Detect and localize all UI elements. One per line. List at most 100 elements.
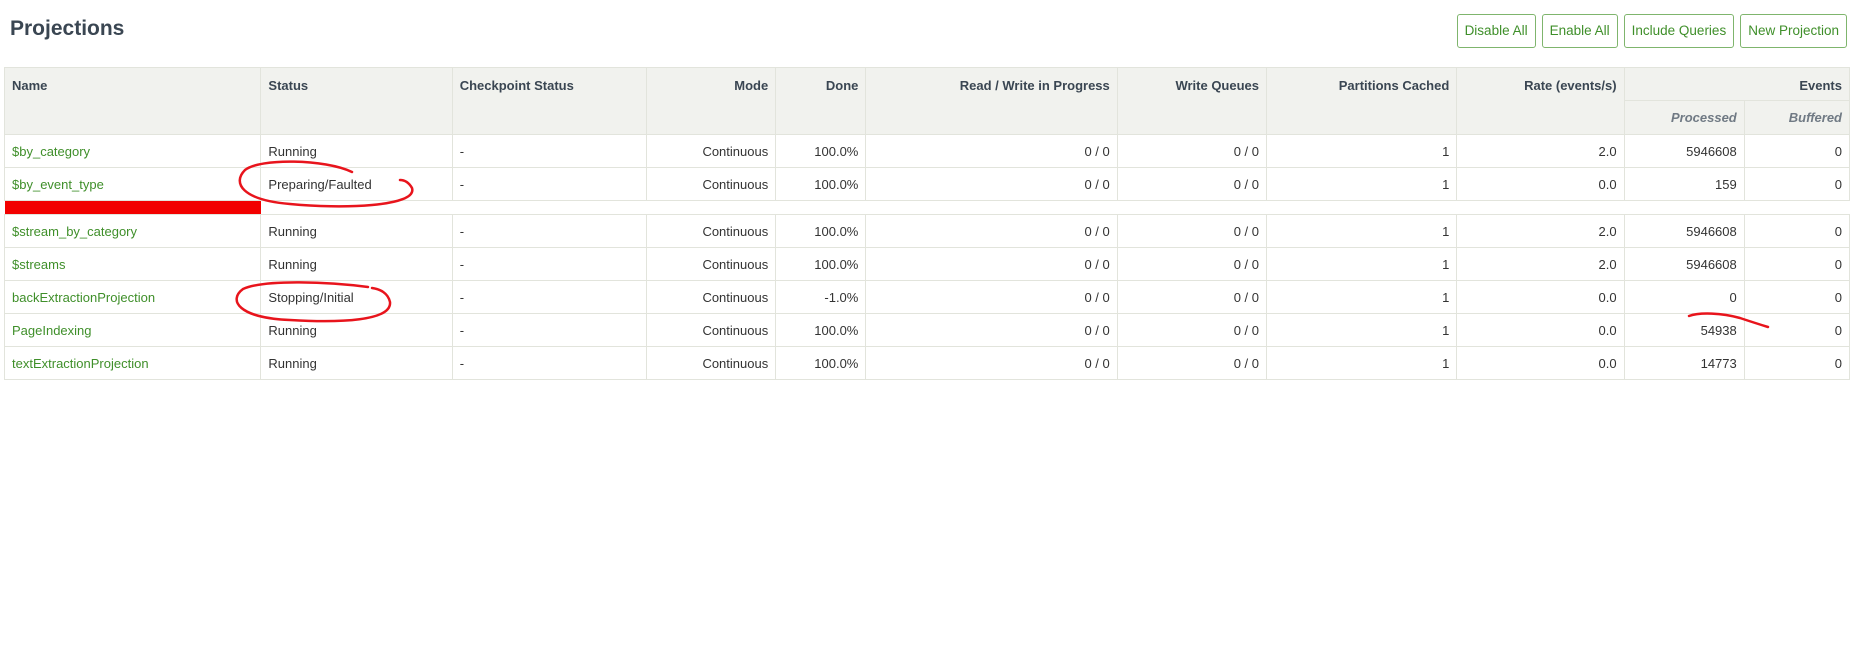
include-queries-button[interactable]: Include Queries	[1623, 14, 1735, 48]
processed-cell: 5946608	[1623, 214, 1745, 248]
table-row: textExtractionProjection Running - Continuo…	[3, 346, 1851, 380]
partitions-cached-cell: 1	[1265, 346, 1458, 380]
done-cell: 100.0%	[775, 346, 867, 380]
header-read-write[interactable]: Read / Write in Progress	[865, 67, 1118, 135]
rate-cell: 0.0	[1456, 167, 1625, 201]
header-buffered[interactable]: Buffered	[1743, 100, 1851, 135]
status-cell: Running	[260, 134, 453, 168]
processed-cell: 14773	[1623, 346, 1745, 380]
status-cell: Running	[260, 214, 453, 248]
buffered-cell: 0	[1743, 346, 1851, 380]
partitions-cached-cell: 1	[1265, 247, 1458, 281]
header-status[interactable]: Status	[260, 67, 453, 135]
header-processed[interactable]: Processed	[1623, 100, 1745, 135]
buffered-cell: 0	[1743, 214, 1851, 248]
projection-name-link[interactable]: backExtractionProjection	[3, 280, 262, 314]
status-cell: Running	[260, 247, 453, 281]
enable-all-button[interactable]: Enable All	[1541, 14, 1618, 48]
projections-table-body: $by_category Running - Continuous 100.0% 0 / …	[3, 134, 1851, 380]
write-queues-cell: 0 / 0	[1116, 346, 1268, 380]
header-rate[interactable]: Rate (events/s)	[1456, 67, 1625, 135]
read-write-cell: 0 / 0	[865, 214, 1118, 248]
table-row: $stream_by_category Running - Continuous 100…	[3, 214, 1851, 248]
done-cell: 100.0%	[775, 167, 867, 201]
table-row: PageIndexing Running - Continuous 100.0% 0 / …	[3, 313, 1851, 347]
mode-cell: Continuous	[646, 167, 777, 201]
partitions-cached-cell: 1	[1265, 167, 1458, 201]
processed-cell: 5946608	[1623, 134, 1745, 168]
rate-cell: 0.0	[1456, 280, 1625, 314]
table-row: backExtractionProjection Stopping/Initial…	[3, 280, 1851, 314]
buffered-cell: 0	[1743, 134, 1851, 168]
checkpoint-status-cell: -	[451, 247, 648, 281]
projections-table: Name Status Checkpoint Status Mode Done …	[3, 67, 1851, 380]
header-write-queues[interactable]: Write Queues	[1116, 67, 1268, 135]
partitions-cached-cell: 1	[1265, 214, 1458, 248]
projection-name-link[interactable]: textExtractionProjection	[3, 346, 262, 380]
mode-cell: Continuous	[646, 134, 777, 168]
read-write-cell: 0 / 0	[865, 247, 1118, 281]
rate-cell: 2.0	[1456, 214, 1625, 248]
mode-cell: Continuous	[646, 313, 777, 347]
checkpoint-status-cell: -	[451, 313, 648, 347]
table-row: $by_event_type Preparing/Faulted - Continuo…	[3, 167, 1851, 201]
new-projection-button[interactable]: New Projection	[1740, 14, 1847, 48]
done-cell: 100.0%	[775, 214, 867, 248]
projection-name-link[interactable]: PageIndexing	[3, 313, 262, 347]
mode-cell: Continuous	[646, 247, 777, 281]
header-checkpoint-status[interactable]: Checkpoint Status	[451, 67, 648, 135]
header-partitions-cached[interactable]: Partitions Cached	[1265, 67, 1458, 135]
redaction-bar	[4, 201, 261, 214]
partitions-cached-cell: 1	[1265, 313, 1458, 347]
projection-name-link[interactable]: $stream_by_category	[3, 214, 262, 248]
buffered-cell: 0	[1743, 280, 1851, 314]
header-events: Events	[1623, 67, 1851, 101]
checkpoint-status-cell: -	[451, 134, 648, 168]
mode-cell: Continuous	[646, 214, 777, 248]
done-cell: 100.0%	[775, 134, 867, 168]
projection-name-link[interactable]: $streams	[3, 247, 262, 281]
processed-cell: 5946608	[1623, 247, 1745, 281]
rate-cell: 2.0	[1456, 134, 1625, 168]
processed-cell: 54938	[1623, 313, 1745, 347]
status-cell: Running	[260, 313, 453, 347]
status-cell: Running	[260, 346, 453, 380]
read-write-cell: 0 / 0	[865, 167, 1118, 201]
rate-cell: 2.0	[1456, 247, 1625, 281]
done-cell: -1.0%	[775, 280, 867, 314]
processed-cell: 159	[1623, 167, 1745, 201]
write-queues-cell: 0 / 0	[1116, 214, 1268, 248]
toolbar: Disable All Enable All Include Queries N…	[1456, 14, 1847, 48]
projection-name-link[interactable]: $by_category	[3, 134, 262, 168]
write-queues-cell: 0 / 0	[1116, 313, 1268, 347]
status-cell: Preparing/Faulted	[260, 167, 453, 201]
header-name[interactable]: Name	[3, 67, 262, 135]
table-row: $by_category Running - Continuous 100.0% 0 / …	[3, 134, 1851, 168]
buffered-cell: 0	[1743, 247, 1851, 281]
disable-all-button[interactable]: Disable All	[1456, 14, 1536, 48]
header-mode[interactable]: Mode	[646, 67, 777, 135]
processed-cell: 0	[1623, 280, 1745, 314]
write-queues-cell: 0 / 0	[1116, 280, 1268, 314]
read-write-cell: 0 / 0	[865, 313, 1118, 347]
checkpoint-status-cell: -	[451, 280, 648, 314]
header-done[interactable]: Done	[775, 67, 867, 135]
checkpoint-status-cell: -	[451, 214, 648, 248]
status-cell: Stopping/Initial	[260, 280, 453, 314]
done-cell: 100.0%	[775, 247, 867, 281]
read-write-cell: 0 / 0	[865, 134, 1118, 168]
rate-cell: 0.0	[1456, 313, 1625, 347]
page-title: Projections	[10, 17, 125, 40]
read-write-cell: 0 / 0	[865, 346, 1118, 380]
write-queues-cell: 0 / 0	[1116, 247, 1268, 281]
done-cell: 100.0%	[775, 313, 867, 347]
projection-name-link[interactable]: $by_event_type	[3, 167, 262, 201]
read-write-cell: 0 / 0	[865, 280, 1118, 314]
buffered-cell: 0	[1743, 313, 1851, 347]
write-queues-cell: 0 / 0	[1116, 167, 1268, 201]
checkpoint-status-cell: -	[451, 346, 648, 380]
mode-cell: Continuous	[646, 280, 777, 314]
redacted-row	[4, 200, 1850, 215]
checkpoint-status-cell: -	[451, 167, 648, 201]
mode-cell: Continuous	[646, 346, 777, 380]
